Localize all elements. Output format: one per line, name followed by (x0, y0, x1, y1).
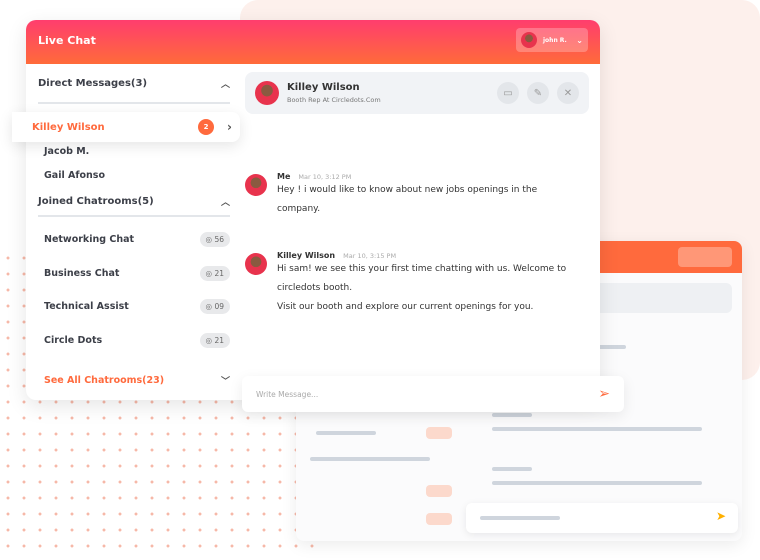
chatroom-item[interactable]: Circle Dots ◎ 21 (38, 324, 230, 358)
room-name: Networking Chat (44, 234, 135, 246)
chat-header: Killey Wilson Booth Rep At Circledots.Com… (245, 72, 589, 114)
section-title: Joined Chatrooms(5) (38, 195, 154, 207)
section-title: Direct Messages(3) (38, 77, 148, 89)
message: Killey Wilson Mar 10, 3:15 PM Hi sam! we … (245, 251, 566, 317)
dm-item-killey-wilson[interactable]: Killey Wilson 2 › (12, 112, 240, 142)
sender: Killey Wilson (277, 251, 336, 260)
user-menu-button[interactable]: john R. ⌄ (516, 28, 588, 52)
header: Live Chat john R. ⌄ (26, 20, 600, 64)
see-all-chatrooms-link[interactable]: See All Chatrooms(23) ﹀ (38, 365, 230, 395)
message: Me Mar 10, 3:12 PM Hey ! i would like to … (245, 172, 537, 219)
member-count: ◎ 21 (199, 332, 230, 348)
contact-subtitle: Booth Rep At Circledots.Com (287, 96, 381, 104)
message-input[interactable]: Write Message... ➢ (242, 376, 624, 412)
chatroom-item[interactable]: Technical Assist ◎ 09 (38, 290, 230, 324)
room-name: Business Chat (44, 267, 120, 279)
member-count: ◎ 56 (199, 232, 230, 248)
timestamp: Mar 10, 3:12 PM (298, 173, 352, 181)
message-line: Hi sam! we see this your first time chat… (277, 264, 567, 274)
message-line: company. (277, 204, 321, 214)
contact-name: Killey Wilson (287, 82, 360, 93)
direct-messages-header[interactable]: Direct Messages(3) ︿ (38, 64, 230, 104)
member-count: ◎ 21 (199, 265, 230, 281)
sender: Me (277, 172, 291, 181)
avatar (245, 253, 267, 275)
avatar (521, 32, 537, 48)
contact-avatar (255, 81, 279, 105)
sidebar: Direct Messages(3) ︿ Killey Wilson 2 › Ja… (12, 64, 240, 395)
message-line: circledots booth. (277, 283, 353, 293)
chevron-up-icon[interactable]: ︿ (221, 77, 230, 90)
chevron-down-icon: ﹀ (220, 376, 230, 387)
close-button[interactable]: ✕ (557, 82, 579, 104)
chatroom-item[interactable]: Business Chat ◎ 21 (38, 257, 230, 291)
message-line: Hey ! i would like to know about new job… (277, 185, 538, 195)
edit-button[interactable]: ✎ (527, 82, 549, 104)
video-call-button[interactable]: ▭ (497, 82, 519, 104)
chevron-down-icon: ⌄ (576, 35, 583, 45)
room-name: Circle Dots (44, 334, 103, 346)
app-title: Live Chat (38, 34, 96, 47)
timestamp: Mar 10, 3:15 PM (343, 252, 397, 260)
dm-name: Killey Wilson (32, 121, 105, 133)
link-label: See All Chatrooms(23) (44, 374, 165, 386)
room-name: Technical Assist (44, 301, 129, 313)
input-placeholder: Write Message... (256, 389, 319, 399)
unread-badge: 2 (198, 119, 214, 135)
dm-item[interactable]: Gail Afonso (38, 163, 230, 187)
avatar (245, 174, 267, 196)
chevron-right-icon: › (227, 120, 232, 134)
chatroom-item[interactable]: Networking Chat ◎ 56 (38, 223, 230, 257)
joined-chatrooms-header[interactable]: Joined Chatrooms(5) ︿ (38, 187, 230, 217)
chevron-up-icon[interactable]: ︿ (221, 195, 230, 208)
member-count: ◎ 09 (199, 299, 230, 315)
message-line: Visit our booth and explore our current … (277, 302, 534, 312)
user-name: john R. (543, 36, 567, 44)
send-icon[interactable]: ➢ (598, 386, 610, 402)
live-chat-window: Live Chat john R. ⌄ Direct Messages(3) ︿ … (12, 20, 624, 412)
